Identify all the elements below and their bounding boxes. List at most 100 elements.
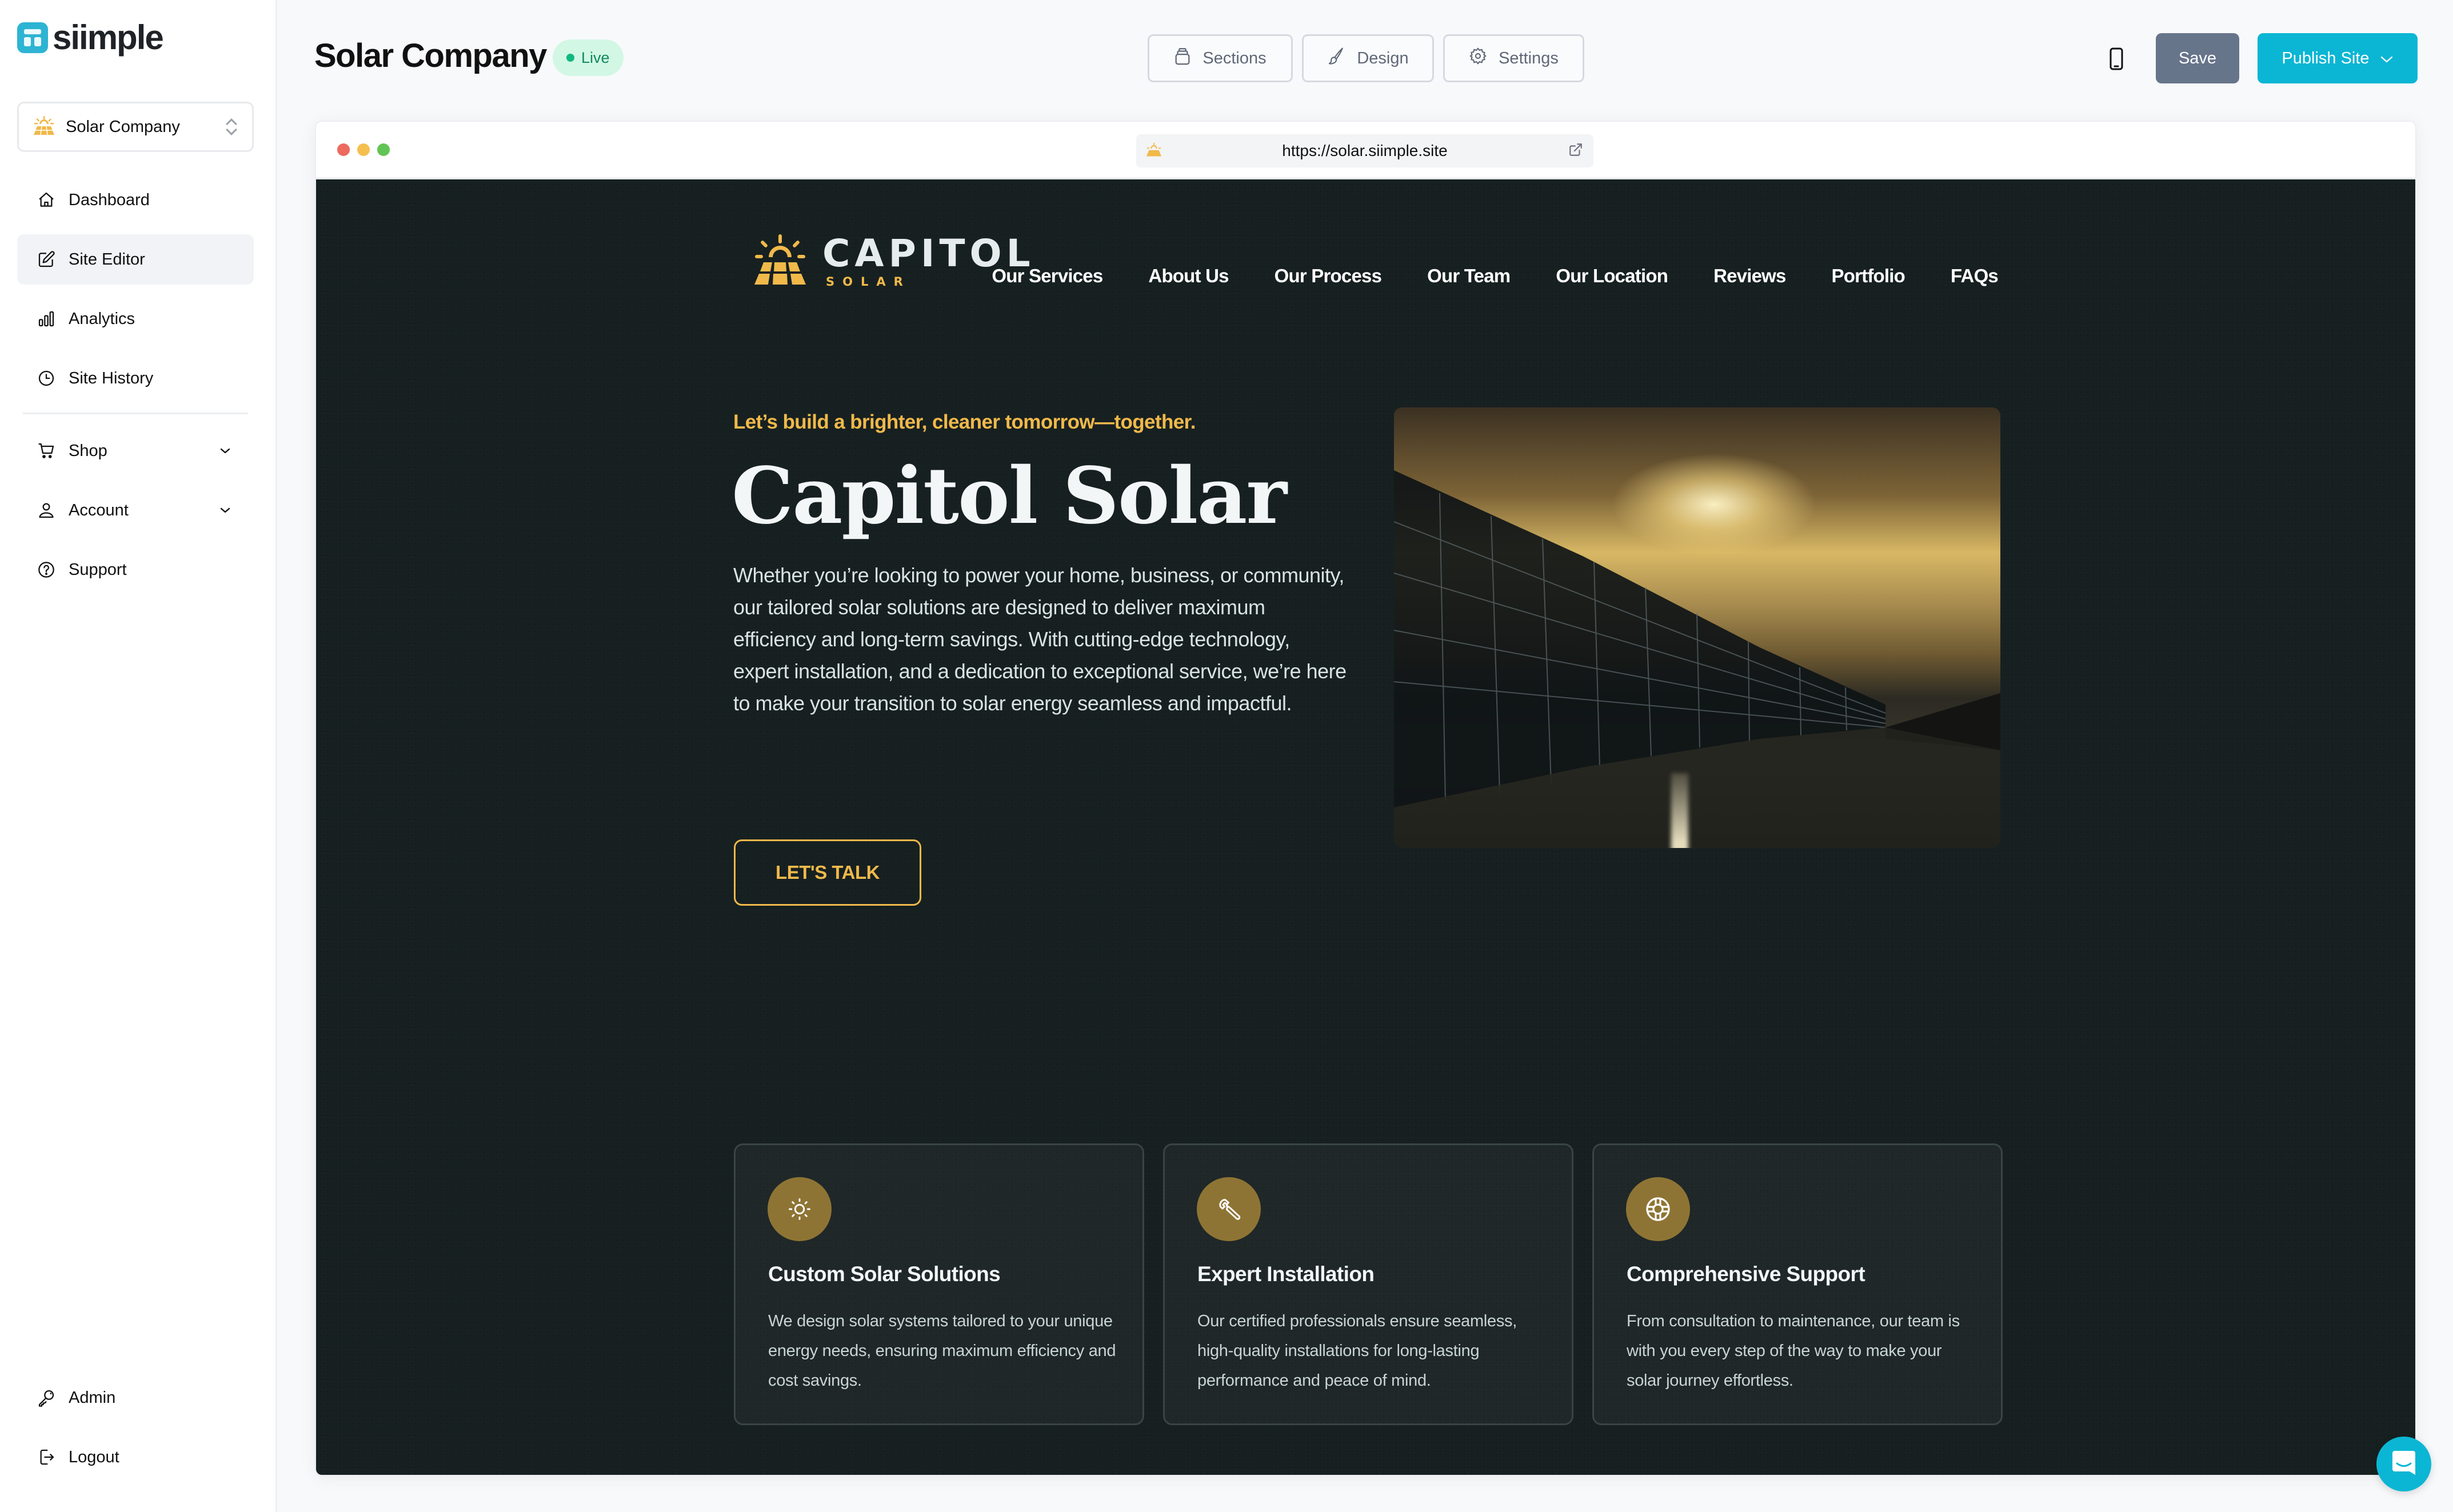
home-icon — [37, 190, 56, 210]
sidebar-footer: Admin Logout — [17, 1373, 254, 1491]
chevron-up-down-icon — [226, 118, 237, 135]
site-preview-frame: https://solar.siimple.site CAPITOL SOLAR… — [315, 121, 2416, 1476]
help-circle-icon — [37, 560, 56, 579]
site-menu-about-us[interactable]: About Us — [1148, 265, 1229, 287]
settings-button[interactable]: Settings — [1443, 34, 1584, 82]
feature-card-text: Our certified professionals ensure seaml… — [1197, 1312, 1517, 1390]
key-icon — [37, 1388, 56, 1407]
feature-cards: Custom Solar Solutions We design solar s… — [734, 1143, 2003, 1425]
publish-site-label: Publish Site — [2282, 49, 2370, 67]
chevron-down-icon — [214, 506, 237, 514]
sidebar-item-label: Account — [69, 501, 129, 519]
live-dot-icon — [566, 54, 574, 62]
sidebar-item-admin[interactable]: Admin — [17, 1373, 254, 1423]
browser-chrome: https://solar.siimple.site — [316, 122, 2415, 179]
mobile-preview-toggle[interactable] — [2105, 46, 2128, 74]
feature-card-text: We design solar systems tailored to your… — [768, 1312, 1116, 1390]
sidebar-item-label: Admin — [69, 1388, 116, 1407]
site-menu-reviews[interactable]: Reviews — [1713, 265, 1786, 287]
sidebar-item-label: Site Editor — [69, 250, 145, 269]
logout-icon — [37, 1447, 56, 1467]
lifebuoy-icon — [1626, 1177, 1690, 1241]
feature-card-text: From consultation to maintenance, our te… — [1627, 1312, 1960, 1390]
chat-widget-button[interactable] — [2376, 1437, 2431, 1491]
settings-button-label: Settings — [1499, 49, 1559, 67]
feature-card-title: Custom Solar Solutions — [768, 1262, 1001, 1286]
capitol-solar-logo-icon — [753, 234, 808, 289]
save-button[interactable]: Save — [2156, 33, 2239, 83]
design-button-label: Design — [1357, 49, 1409, 67]
sidebar-item-account[interactable]: Account — [17, 485, 254, 535]
cart-icon — [37, 441, 56, 461]
sidebar-item-label: Logout — [69, 1447, 119, 1466]
publish-site-button[interactable]: Publish Site — [2258, 33, 2418, 83]
sidebar-item-analytics[interactable]: Analytics — [17, 294, 254, 344]
url-text: https://solar.siimple.site — [1282, 142, 1448, 159]
sidebar-item-label: Site History — [69, 369, 154, 387]
sun-icon — [768, 1177, 832, 1241]
feature-card: Custom Solar Solutions We design solar s… — [734, 1143, 1144, 1425]
hero-image — [1394, 407, 2000, 848]
sidebar-divider — [23, 413, 248, 414]
feature-card-title: Expert Installation — [1197, 1262, 1375, 1286]
sections-button[interactable]: Sections — [1148, 34, 1293, 82]
site-menu-our-process[interactable]: Our Process — [1275, 265, 1382, 287]
site-menu: Our Services About Us Our Process Our Te… — [992, 265, 1998, 287]
close-dot-icon — [337, 143, 350, 156]
minimize-dot-icon — [357, 143, 370, 156]
chevron-down-icon — [2380, 49, 2394, 68]
sidebar-item-dashboard[interactable]: Dashboard — [17, 175, 254, 225]
chevron-down-icon — [214, 447, 237, 455]
sidebar-item-logout[interactable]: Logout — [17, 1432, 254, 1482]
wrench-icon — [1197, 1177, 1261, 1241]
window-controls — [337, 143, 390, 156]
sidebar-item-label: Analytics — [69, 309, 135, 328]
feature-card: Expert Installation Our certified profes… — [1163, 1143, 1573, 1425]
sidebar: siimple Solar Company Dashboard Site Edi… — [0, 0, 277, 1512]
sidebar-item-support[interactable]: Support — [17, 545, 254, 595]
gear-icon — [1469, 47, 1487, 70]
siimple-logo-text: siimple — [53, 18, 164, 57]
feature-card-title: Comprehensive Support — [1627, 1262, 1865, 1286]
mobile-icon — [2110, 47, 2123, 73]
status-badge: Live — [553, 39, 624, 76]
hero-image-panels — [1394, 470, 2000, 848]
lets-talk-button[interactable]: LET'S TALK — [734, 839, 921, 906]
external-link-icon[interactable] — [1568, 142, 1583, 160]
siimple-logo[interactable]: siimple — [17, 18, 164, 57]
sections-button-label: Sections — [1202, 49, 1267, 67]
brush-icon — [1327, 46, 1345, 70]
edit-icon — [37, 250, 56, 269]
sidebar-item-label: Dashboard — [69, 190, 150, 209]
layers-icon — [1174, 46, 1191, 70]
hero-image-reflection — [1671, 773, 1688, 848]
hero-kicker: Let’s build a brighter, cleaner tomorrow… — [733, 411, 1196, 433]
hero-body: Whether you’re looking to power your hom… — [733, 563, 1347, 715]
feature-card: Comprehensive Support From consultation … — [1592, 1143, 2003, 1425]
sidebar-item-label: Shop — [69, 441, 107, 460]
sidebar-item-site-editor[interactable]: Site Editor — [17, 234, 254, 285]
site-menu-faqs[interactable]: FAQs — [1951, 265, 1999, 287]
favicon-icon — [1146, 142, 1161, 160]
solar-panel-icon — [34, 115, 54, 138]
sidebar-item-label: Support — [69, 560, 127, 579]
url-bar[interactable]: https://solar.siimple.site — [1136, 134, 1593, 167]
site-switcher[interactable]: Solar Company — [17, 102, 254, 152]
status-badge-label: Live — [581, 49, 610, 66]
site-menu-portfolio[interactable]: Portfolio — [1832, 265, 1905, 287]
clock-icon — [37, 369, 56, 388]
chat-icon — [2391, 1450, 2416, 1479]
design-button[interactable]: Design — [1302, 34, 1434, 82]
user-icon — [37, 501, 56, 520]
site-menu-our-location[interactable]: Our Location — [1556, 265, 1668, 287]
page-title: Solar Company — [314, 37, 547, 74]
bar-chart-icon — [37, 309, 56, 329]
sidebar-item-shop[interactable]: Shop — [17, 426, 254, 476]
sidebar-item-site-history[interactable]: Site History — [17, 353, 254, 403]
siimple-logo-icon — [17, 22, 48, 53]
site-menu-our-team[interactable]: Our Team — [1427, 265, 1511, 287]
site-menu-our-services[interactable]: Our Services — [992, 265, 1103, 287]
sidebar-nav: Dashboard Site Editor Analytics Site His… — [17, 175, 254, 604]
site-switcher-label: Solar Company — [66, 117, 180, 136]
maximize-dot-icon — [377, 143, 390, 156]
